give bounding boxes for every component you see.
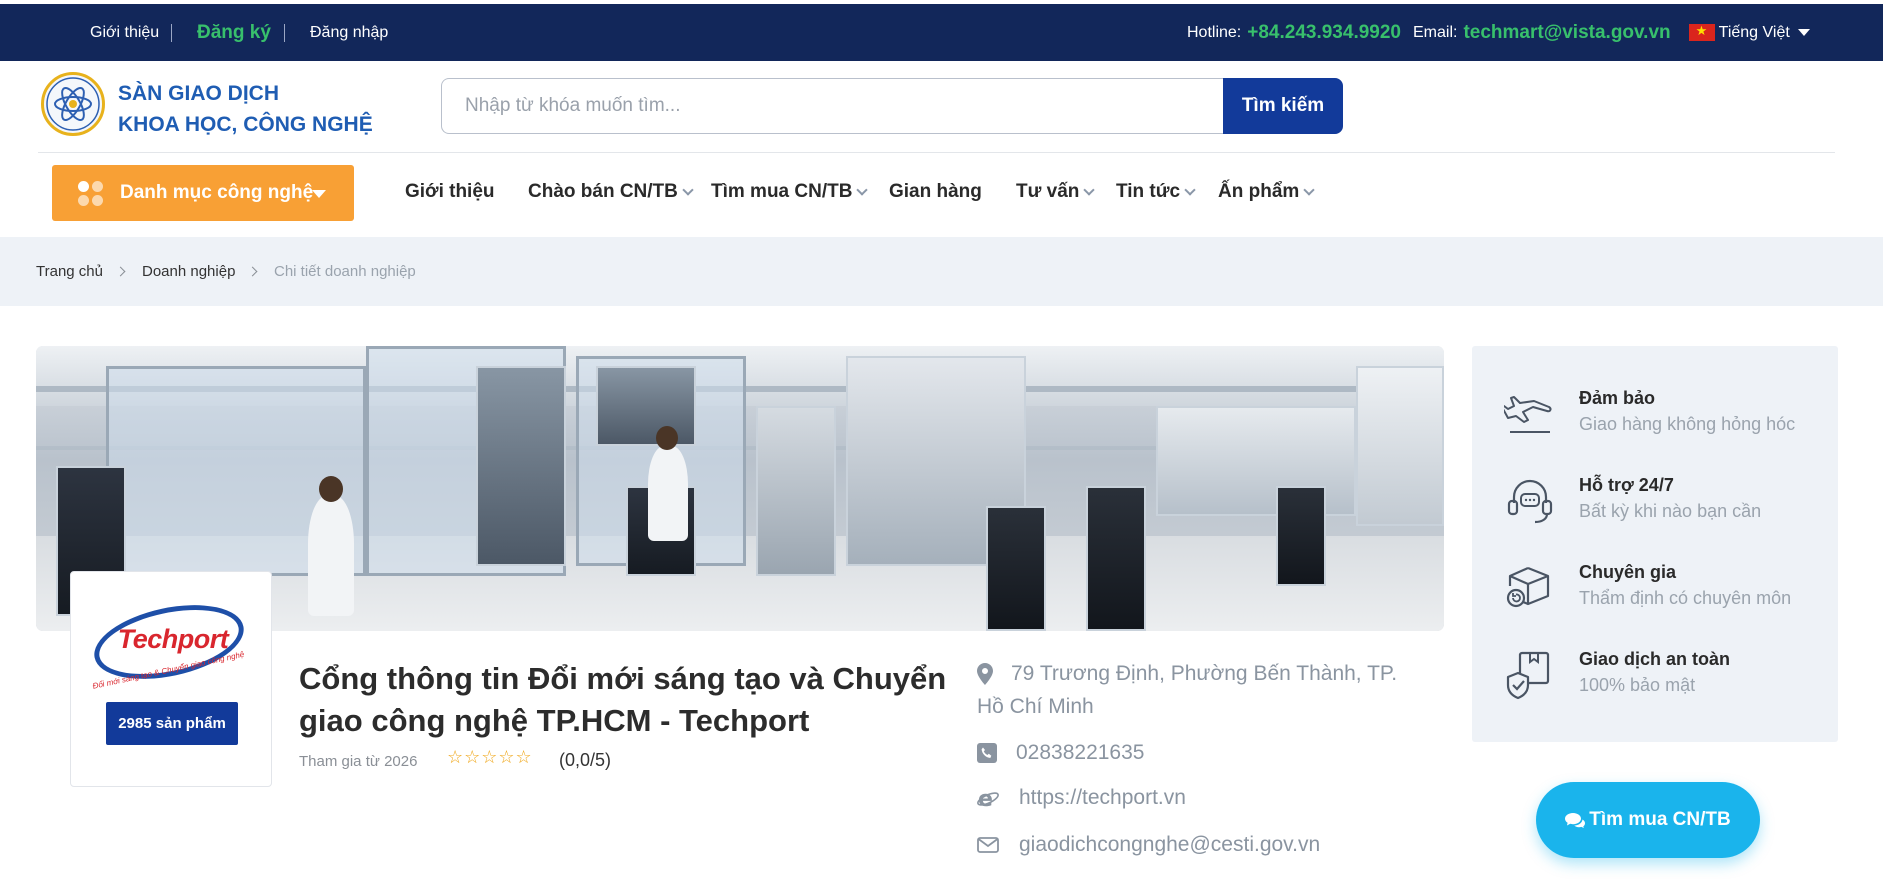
nav-label: Chào bán CN/TB [528,181,678,202]
atom-logo-icon [46,77,100,131]
envelope-icon [977,837,999,853]
contact-info: Hotline: +84.243.934.9920 Email: techmar… [1187,4,1810,61]
nav-label: Tư vấn [1016,181,1080,202]
chevron-down-icon [682,183,694,196]
techport-logo-text: Techport [117,624,229,654]
find-buy-technology-button[interactable]: Tìm mua CN/TB [1536,782,1760,858]
hotline-number[interactable]: +84.243.934.9920 [1247,22,1401,44]
nav-item-tu-van[interactable]: Tư vấn [1016,181,1096,203]
guarantee-item: Giao dịch an toàn 100% bảo mật [1472,645,1838,705]
joined-date: Tham gia từ 2026 [299,753,418,770]
svg-text:e: e [978,787,993,809]
brand-line-1: SÀN GIAO DỊCH [118,82,280,105]
divider [171,24,172,42]
guarantee-item: Chuyên gia Thẩm định có chuyên môn [1472,558,1838,618]
brand-name[interactable]: SÀN GIAO DỊCH KHOA HỌC, CÔNG NGHỆ [118,78,373,140]
breadcrumb-enterprise[interactable]: Doanh nghiệp [142,263,235,280]
nav-item-gian-hang[interactable]: Gian hàng [889,181,982,203]
topbar-about-link[interactable]: Giới thiệu [90,4,159,61]
nav-label: Tìm mua CN/TB [711,181,853,202]
rating-value: (0,0/5) [559,750,612,770]
language-selector[interactable]: Tiếng Việt [1688,23,1810,42]
chat-icon [1565,813,1586,828]
company-phone[interactable]: 02838221635 [1016,736,1144,769]
email-label: Email: [1413,23,1458,41]
vietnam-flag-icon [1688,23,1715,41]
caret-down-icon [312,190,326,198]
category-menu-label: Danh mục công nghệ [120,182,314,203]
company-address: 79 Trương Định, Phường Bến Thành, TP. Hồ… [977,662,1398,718]
header-divider [38,152,1835,153]
nav-label: Gian hàng [889,181,982,202]
login-link[interactable]: Đăng nhập [310,4,388,61]
find-buy-technology-label: Tìm mua CN/TB [1589,809,1731,830]
rating-stars-icon: ☆☆☆☆☆ [447,747,533,767]
box-return-icon [1506,566,1550,608]
language-label: Tiếng Việt [1718,23,1790,41]
breadcrumb-current: Chi tiết doanh nghiệp [274,263,416,280]
phone-icon [977,743,997,763]
caret-down-icon [1797,29,1810,36]
guarantee-title: Giao dịch an toàn [1579,649,1731,669]
company-website-link[interactable]: https://techport.vn [1019,781,1186,814]
guarantee-subtitle: Bất kỳ khi nào bạn cần [1579,501,1762,521]
guarantee-subtitle: Thẩm định có chuyên môn [1579,588,1792,608]
chevron-down-icon [1083,183,1096,196]
email-address[interactable]: techmart@vista.gov.vn [1463,22,1670,44]
nav-label: Tin tức [1116,181,1181,202]
divider [284,24,285,42]
guarantee-title: Đảm bảo [1579,388,1656,408]
chevron-down-icon [1184,183,1196,196]
top-bar: Giới thiệu Đăng ký Đăng nhập Hotline: +8… [0,4,1883,61]
brand-line-2: KHOA HỌC, CÔNG NGHỆ [118,113,373,136]
company-email-link[interactable]: giaodichcongnghe@cesti.gov.vn [1019,828,1320,861]
internet-explorer-icon: e [977,787,999,809]
nav-item-an-pham[interactable]: Ấn phẩm [1218,181,1315,203]
search-button[interactable]: Tìm kiếm [1223,78,1343,134]
grid-dots-icon [78,181,104,207]
category-menu-button[interactable]: Danh mục công nghệ [52,165,354,221]
service-guarantees-panel: Đảm bảo Giao hàng không hỏng hóc Hỗ trợ … [1472,346,1838,742]
nav-item-tin-tuc[interactable]: Tin tức [1116,181,1196,203]
company-title: Cổng thông tin Đổi mới sáng tạo và Chuyể… [299,661,947,738]
search-input[interactable] [441,78,1224,134]
nav-item-tim-mua[interactable]: Tìm mua CN/TB [711,181,869,203]
breadcrumb-home[interactable]: Trang chủ [36,263,103,280]
products-count-badge[interactable]: 2985 sản phẩm [106,702,238,745]
guarantee-subtitle: Giao hàng không hỏng hóc [1579,414,1796,434]
nav-item-chao-ban[interactable]: Chào bán CN/TB [528,181,694,203]
chevron-down-icon [856,183,869,196]
company-logo-card[interactable]: Techport Đổi mới sáng tạo & Chuyển giao … [70,571,272,787]
guarantee-subtitle: 100% bảo mật [1579,675,1696,695]
guarantee-title: Chuyên gia [1579,562,1677,582]
airplane-icon [1504,396,1552,433]
nav-label: Ấn phẩm [1218,181,1300,202]
guarantee-item: Đảm bảo Giao hàng không hỏng hóc [1472,384,1838,444]
register-link[interactable]: Đăng ký [197,4,271,61]
nav-label: Giới thiệu [405,181,495,202]
site-logo[interactable] [41,72,105,136]
headset-icon [1507,479,1553,524]
guarantee-title: Hỗ trợ 24/7 [1579,475,1674,495]
nav-item-gioi-thieu[interactable]: Giới thiệu [405,181,495,203]
shield-check-icon [1506,651,1550,700]
hotline-label: Hotline: [1187,23,1242,41]
chevron-down-icon [1303,183,1315,196]
guarantee-item: Hỗ trợ 24/7 Bất kỳ khi nào bạn cần [1472,471,1838,531]
